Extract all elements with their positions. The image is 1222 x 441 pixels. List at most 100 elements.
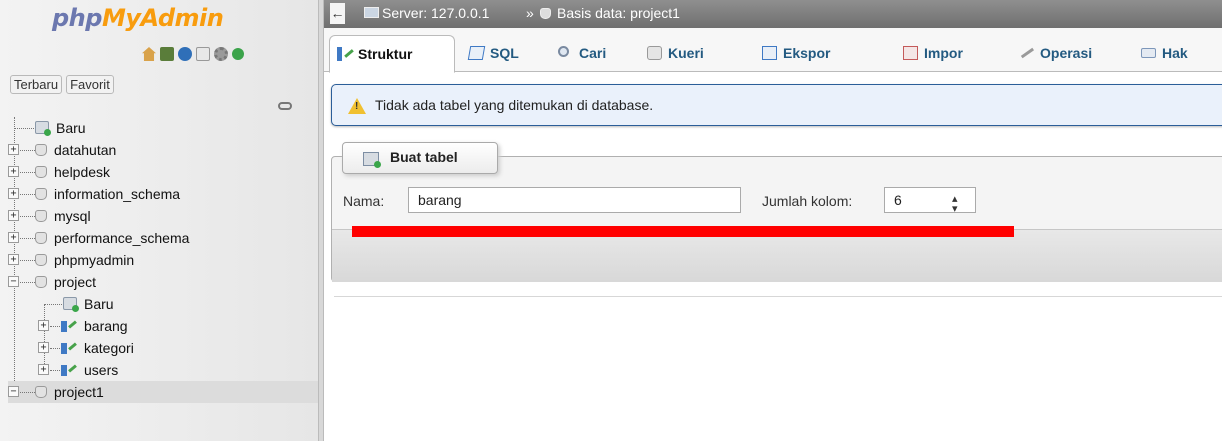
expand-icon[interactable]: + <box>8 188 19 199</box>
tree-item-label: project1 <box>54 384 104 400</box>
breadcrumb-server[interactable]: Server: 127.0.0.1 <box>382 5 489 21</box>
tab-operasi[interactable]: Operasi <box>1012 35 1130 72</box>
main-tab-bar: Struktur SQL Cari Kueri Ekspor Impor Ope… <box>324 28 1222 73</box>
expand-icon[interactable]: + <box>8 210 19 221</box>
tree-item-helpdesk[interactable]: + helpdesk <box>8 161 320 183</box>
search-icon <box>558 46 569 57</box>
tab-label: Ekspor <box>783 45 831 61</box>
reload-icon[interactable] <box>232 48 244 60</box>
table-name-label: Nama: <box>343 193 385 209</box>
tab-label: Impor <box>924 45 963 61</box>
tab-label: Hak <box>1162 45 1188 61</box>
legend-label: Buat tabel <box>390 149 458 165</box>
collapse-icon[interactable]: − <box>8 276 19 287</box>
tree-item-project1[interactable]: − project1 <box>8 381 318 403</box>
wrench-icon <box>1017 43 1035 59</box>
tree-item-project[interactable]: − project <box>8 271 320 293</box>
column-count-input[interactable]: 6 <box>884 187 976 213</box>
table-icon <box>61 341 77 354</box>
expand-icon[interactable]: + <box>38 342 49 353</box>
docs-icon[interactable] <box>196 47 210 61</box>
table-name-input[interactable]: barang <box>408 187 741 213</box>
tree-item-mysql[interactable]: + mysql <box>8 205 320 227</box>
tree-item-information-schema[interactable]: + information_schema <box>8 183 320 205</box>
notice-text: Tidak ada tabel yang ditemukan di databa… <box>375 97 654 113</box>
database-icon <box>35 188 47 200</box>
tab-struktur[interactable]: Struktur <box>329 35 455 73</box>
tree-item-label: performance_schema <box>54 230 190 246</box>
database-icon <box>35 144 47 156</box>
database-icon <box>35 166 47 178</box>
create-table-icon <box>363 152 381 168</box>
tab-cari[interactable]: Cari <box>551 35 631 72</box>
breadcrumb: ← Server: 127.0.0.1 » Basis data: projec… <box>324 0 1222 28</box>
tree-item-users[interactable]: + users <box>8 359 320 381</box>
tree-item-label: information_schema <box>54 186 181 202</box>
tree-item-label: barang <box>84 318 128 334</box>
tree-connector <box>20 216 35 217</box>
collapse-nav-arrow-icon[interactable]: ← <box>330 3 345 24</box>
tree-item-barang[interactable]: + barang <box>8 315 320 337</box>
favorite-tab[interactable]: Favorit <box>66 75 114 94</box>
divider <box>334 296 1222 297</box>
tree-item-label: Baru <box>84 296 114 312</box>
tree-item-label: users <box>84 362 119 378</box>
database-icon <box>35 232 47 244</box>
logo-myadmin-text: MyAdmin <box>101 4 224 32</box>
expand-icon[interactable]: + <box>38 364 49 375</box>
privileges-icon <box>1141 48 1156 58</box>
server-icon <box>364 7 379 18</box>
tree-item-project-new[interactable]: Baru <box>8 293 320 315</box>
recent-tab[interactable]: Terbaru <box>10 75 63 94</box>
tree-item-new[interactable]: Baru <box>8 117 320 139</box>
expand-icon[interactable]: + <box>8 254 19 265</box>
collapse-icon[interactable]: − <box>8 386 19 397</box>
warning-icon <box>348 98 366 114</box>
tree-connector <box>20 172 35 173</box>
create-table-fieldset <box>331 156 1222 282</box>
navigation-panel: phpMyAdmin Terbaru Favorit Baru + datahu… <box>0 0 322 441</box>
tab-label: Cari <box>579 45 607 61</box>
tree-connector <box>20 194 35 195</box>
table-icon <box>61 363 77 376</box>
help-icon[interactable] <box>178 47 192 61</box>
tree-item-kategori[interactable]: + kategori <box>8 337 320 359</box>
expand-icon[interactable]: + <box>8 144 19 155</box>
phpmyadmin-logo[interactable]: phpMyAdmin <box>52 4 224 32</box>
home-icon[interactable] <box>142 47 156 61</box>
tree-connector <box>20 282 35 283</box>
expand-icon[interactable]: + <box>38 320 49 331</box>
tab-label: Operasi <box>1040 45 1093 61</box>
create-table-legend: Buat tabel <box>342 142 498 174</box>
tab-kueri[interactable]: Kueri <box>640 35 738 72</box>
expand-icon[interactable]: + <box>8 166 19 177</box>
new-table-icon <box>63 297 79 312</box>
tree-connector <box>20 260 35 261</box>
tree-item-performance-schema[interactable]: + performance_schema <box>8 227 320 249</box>
tree-item-label: phpmyadmin <box>54 252 135 268</box>
quick-icons <box>142 47 244 61</box>
table-icon <box>61 319 77 332</box>
tree-item-phpmyadmin[interactable]: + phpmyadmin <box>8 249 320 271</box>
link-with-main-panel-icon[interactable] <box>278 102 292 110</box>
database-icon <box>35 276 47 288</box>
exit-icon[interactable] <box>160 47 174 61</box>
warning-notice: Tidak ada tabel yang ditemukan di databa… <box>331 84 1222 126</box>
tab-ekspor[interactable]: Ekspor <box>755 35 875 72</box>
database-icon <box>35 210 47 222</box>
spinner-arrows-icon[interactable]: ▴ ▾ <box>952 194 958 215</box>
tree-connector <box>20 150 35 151</box>
tree-item-label: Baru <box>56 120 86 136</box>
sql-icon <box>467 46 486 60</box>
settings-icon[interactable] <box>214 47 228 61</box>
tab-label: Kueri <box>668 45 704 61</box>
expand-icon[interactable]: + <box>8 232 19 243</box>
tab-label: SQL <box>490 45 519 61</box>
tree-item-label: mysql <box>54 208 91 224</box>
tree-item-datahutan[interactable]: + datahutan <box>8 139 320 161</box>
column-count-label: Jumlah kolom: <box>762 193 853 209</box>
tab-hak[interactable]: Hak <box>1134 35 1222 72</box>
tab-sql[interactable]: SQL <box>462 35 544 72</box>
tab-impor[interactable]: Impor <box>896 35 996 72</box>
breadcrumb-database[interactable]: Basis data: project1 <box>557 5 680 21</box>
